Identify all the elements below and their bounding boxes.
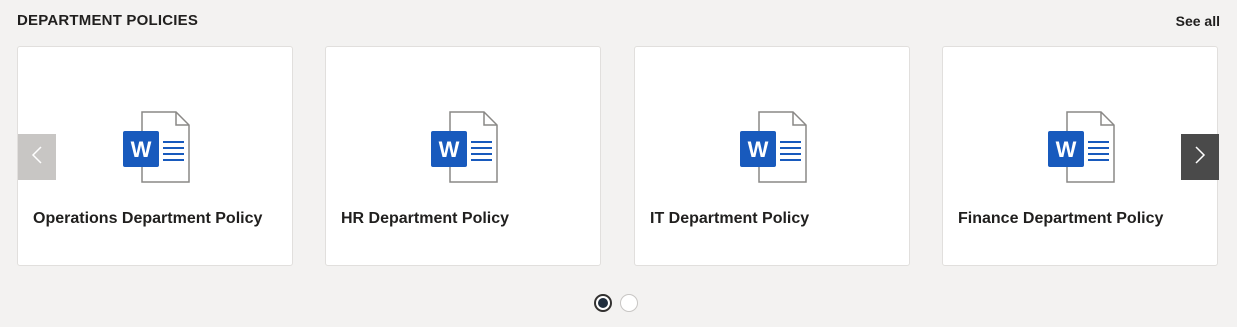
word-document-icon: W xyxy=(1047,111,1115,183)
svg-text:W: W xyxy=(748,137,769,162)
word-document-icon: W xyxy=(122,111,190,183)
svg-text:W: W xyxy=(439,137,460,162)
policy-card[interactable]: W IT Department Policy xyxy=(634,46,910,266)
chevron-right-icon xyxy=(1194,145,1206,170)
carousel-pagination xyxy=(594,292,638,314)
policy-card[interactable]: W Operations Department Policy xyxy=(17,46,293,266)
carousel-dot-1[interactable] xyxy=(594,294,612,312)
see-all-link[interactable]: See all xyxy=(1176,13,1220,29)
section-title: DEPARTMENT POLICIES xyxy=(17,12,199,29)
policy-card[interactable]: W Finance Department Policy xyxy=(942,46,1218,266)
carousel-prev-button[interactable] xyxy=(18,134,56,180)
carousel-dot-2[interactable] xyxy=(620,294,638,312)
card-title: IT Department Policy xyxy=(650,210,810,227)
chevron-left-icon xyxy=(31,145,43,170)
word-document-icon: W xyxy=(430,111,498,183)
word-document-icon: W xyxy=(739,111,807,183)
card-title: Finance Department Policy xyxy=(958,210,1164,227)
svg-text:W: W xyxy=(1056,137,1077,162)
policy-card[interactable]: W HR Department Policy xyxy=(325,46,601,266)
card-title: Operations Department Policy xyxy=(33,210,263,227)
card-title: HR Department Policy xyxy=(341,210,510,227)
svg-text:W: W xyxy=(131,137,152,162)
carousel-next-button[interactable] xyxy=(1181,134,1219,180)
